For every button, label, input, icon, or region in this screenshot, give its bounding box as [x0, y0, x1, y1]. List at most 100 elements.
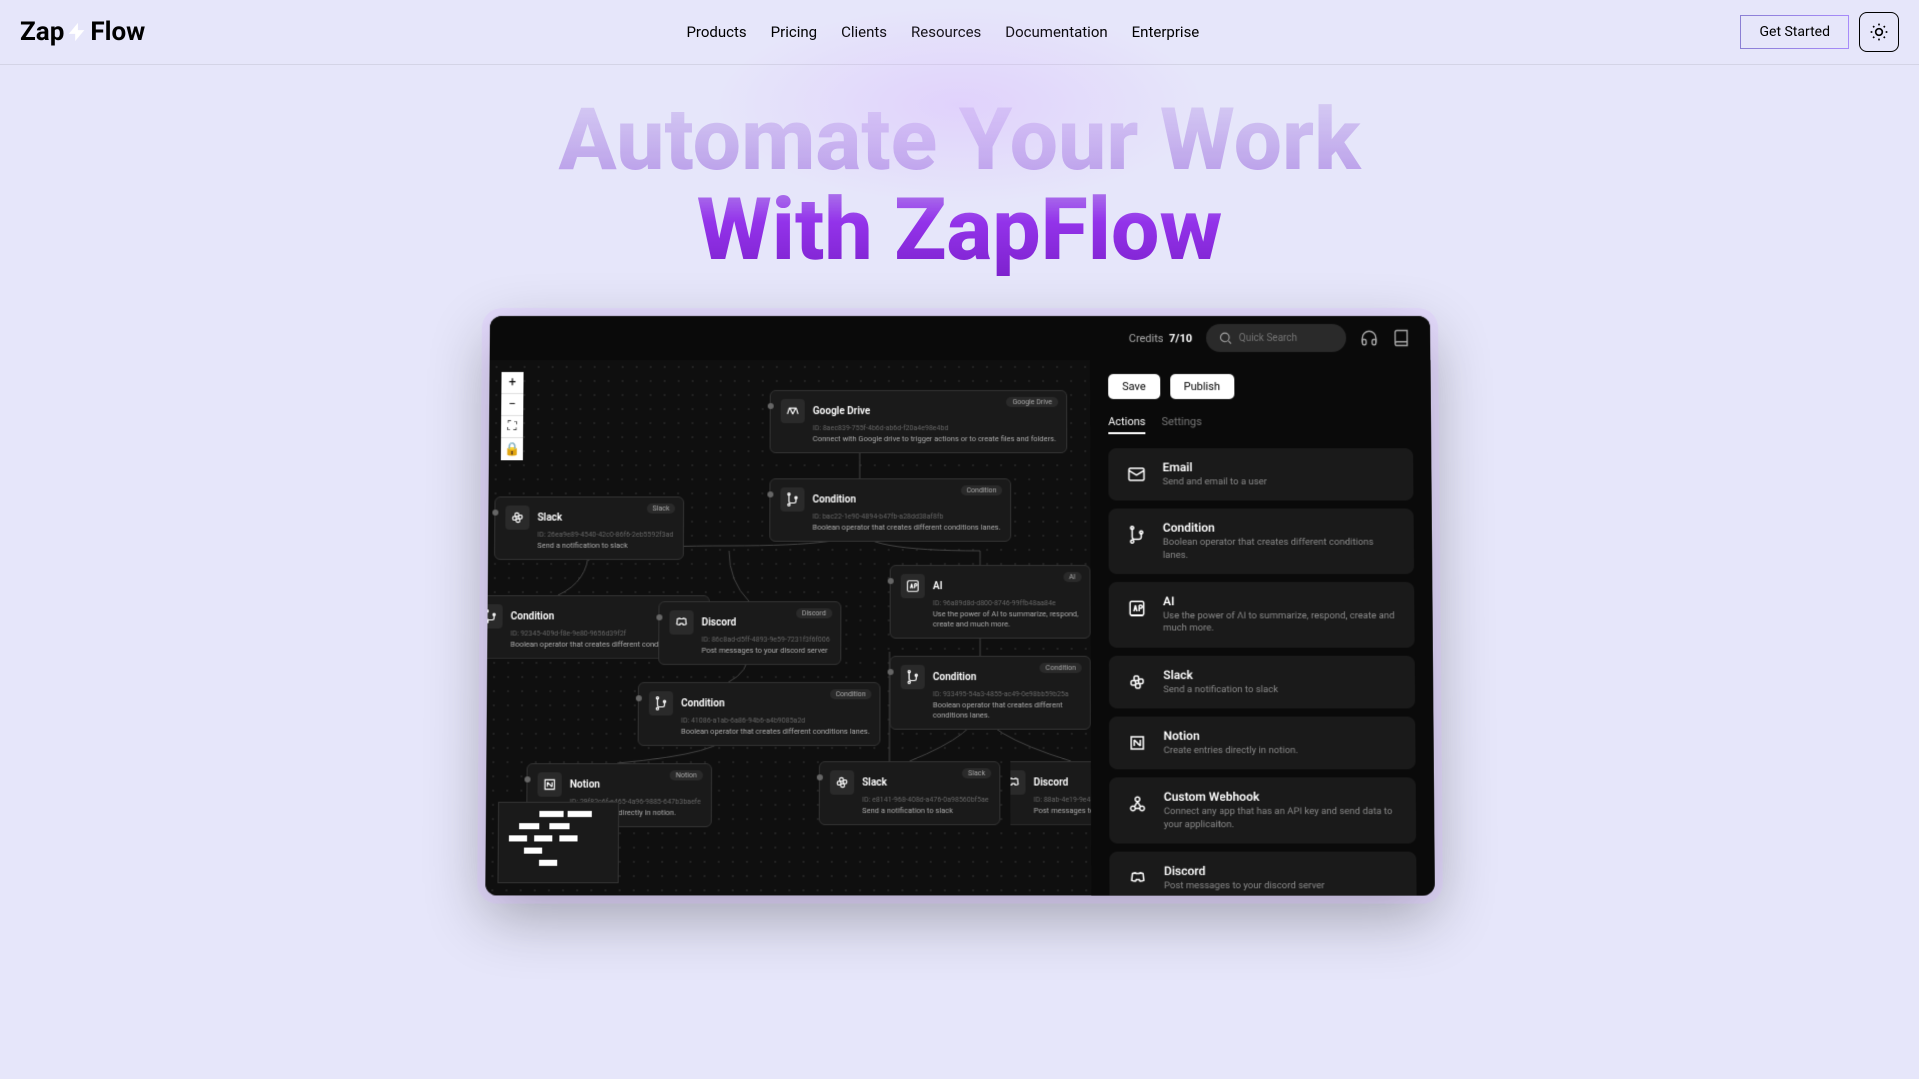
node-desc: Post messages to your discord server [701, 645, 829, 655]
action-title: Custom Webhook [1163, 790, 1401, 804]
node-title: Discord [701, 616, 735, 627]
node-title: Condition [932, 671, 975, 682]
search-icon [1218, 329, 1233, 347]
node-id: ID: 86c8ad-d5ff-4893-9e59-7231f3f6f006 [701, 635, 829, 643]
action-title: Email [1162, 460, 1266, 474]
node-desc: Connect with Google drive to trigger act… [812, 434, 1055, 444]
preview-header: Credits 7/10 [489, 316, 1430, 360]
action-condition[interactable]: Condition Boolean operator that creates … [1108, 508, 1414, 573]
headphones-icon[interactable] [1360, 329, 1378, 347]
tab-actions[interactable]: Actions [1108, 415, 1145, 434]
node-desc: Boolean operator that creates different … [680, 726, 869, 736]
action-discord[interactable]: Discord Post messages to your discord se… [1109, 851, 1416, 895]
action-slack[interactable]: Slack Send a notification to slack [1108, 655, 1414, 708]
credits-label: Credits [1128, 331, 1163, 344]
preview-wrapper: Credits 7/10 + − ⛶ 🔒 [0, 316, 1919, 890]
fit-button[interactable]: ⛶ [501, 416, 523, 438]
sun-icon [1869, 22, 1889, 42]
nav-products[interactable]: Products [686, 23, 746, 41]
action-desc: Post messages to your discord server [1163, 880, 1324, 893]
node-id: ID: 8aec839-755f-4b6d-ab6d-f20a4e98e4bd [812, 424, 1055, 432]
node-id: ID: 933495-54a3-4855-ac49-0e98bb59b25a [932, 690, 1079, 698]
action-title: Condition [1162, 521, 1399, 535]
tab-settings[interactable]: Settings [1161, 415, 1201, 434]
nav-documentation[interactable]: Documentation [1005, 23, 1107, 41]
node-badge: Condition [1039, 662, 1081, 672]
preview-body: + − ⛶ 🔒 [485, 360, 1435, 895]
action-desc: Connect any app that has an API key and … [1163, 806, 1401, 831]
action-desc: Create entries directly in notion. [1163, 745, 1298, 758]
minimap[interactable] [497, 801, 619, 882]
node-id: ID: 96a89d8d-d800-8746-99ffb48aa84e [932, 599, 1079, 607]
theme-toggle-button[interactable] [1859, 12, 1899, 52]
node-badge: AI [1062, 572, 1081, 582]
node-id: ID: 41086-a1ab-6a86-94b6-a4b9085a2d [681, 716, 870, 724]
credits-value: 7/10 [1169, 331, 1192, 344]
nav-resources[interactable]: Resources [911, 23, 981, 41]
lock-button[interactable]: 🔒 [500, 438, 522, 460]
search-input[interactable] [1238, 332, 1333, 343]
nav-pricing[interactable]: Pricing [771, 23, 817, 41]
action-custom-webhook[interactable]: Custom Webhook Connect any app that has … [1109, 777, 1416, 843]
action-title: Slack [1163, 667, 1278, 681]
workflow-node-condition[interactable]: Condition Condition ID: 933495-54a3-4855… [889, 655, 1090, 728]
hero-title: Automate Your Work With ZapFlow [20, 95, 1899, 276]
action-desc: Use the power of AI to summarize, respon… [1163, 610, 1400, 635]
action-desc: Send and email to a user [1162, 476, 1266, 488]
workflow-node-condition[interactable]: Condition Condition ID: bac22-1e90-4894-… [769, 478, 1011, 541]
node-id: ID: 88ab-4e19-9e46-4e68e-916f875 [1033, 795, 1091, 803]
workflow-node-google-drive[interactable]: Google Drive Google Drive ID: 8aec839-75… [769, 390, 1067, 453]
action-title: Discord [1163, 864, 1324, 878]
nav-right: Get Started [1740, 12, 1899, 52]
discord-icon [1123, 864, 1151, 893]
action-title: AI [1162, 594, 1399, 608]
action-desc: Send a notification to slack [1163, 683, 1278, 695]
credits-display: Credits 7/10 [1128, 331, 1191, 344]
notion-icon [1123, 728, 1151, 756]
nav-clients[interactable]: Clients [841, 23, 887, 41]
node-badge: Discord [795, 608, 831, 618]
get-started-button[interactable]: Get Started [1740, 15, 1849, 49]
book-icon[interactable] [1392, 329, 1410, 347]
nav-enterprise[interactable]: Enterprise [1132, 23, 1200, 41]
node-id: ID: e8141-968-408d-a476-0a98560bf5ae [862, 795, 989, 803]
zoom-out-button[interactable]: − [501, 394, 523, 416]
workflow-node-condition[interactable]: Condition Condition ID: 41086-a1ab-6a86-… [637, 682, 880, 746]
action-email[interactable]: Email Send and email to a user [1108, 448, 1413, 501]
workflow-node-discord[interactable]: Discord Discord ID: 86c8ad-d5ff-4893-9e5… [658, 601, 841, 664]
node-badge: Condition [829, 689, 871, 699]
workflow-canvas[interactable]: + − ⛶ 🔒 [485, 360, 1091, 895]
workflow-node-ai[interactable]: AI AI ID: 96a89d8d-d800-8746-99ffb48aa84… [889, 565, 1090, 638]
publish-button[interactable]: Publish [1169, 374, 1233, 399]
hero-line1: Automate Your Work [558, 89, 1360, 190]
logo[interactable]: Zap Flow [20, 17, 145, 47]
slack-icon [829, 770, 853, 794]
save-button[interactable]: Save [1108, 374, 1160, 399]
webhook-icon [1123, 790, 1151, 818]
workflow-node-slack[interactable]: Slack Slack ID: e8141-968-408d-a476-0a98… [818, 761, 1000, 825]
node-desc: Boolean operator that creates different … [812, 522, 1000, 532]
node-desc: Post messages to your discord server [1033, 805, 1091, 815]
branch-icon [780, 487, 804, 511]
logo-text-2: Flow [90, 17, 145, 47]
node-title: Discord [1033, 776, 1068, 787]
notion-icon [537, 772, 561, 796]
workflow-node-slack[interactable]: Slack Slack ID: 26ea9e89-4540-42c0-86f6-… [494, 496, 685, 559]
node-badge: Condition [960, 485, 1002, 495]
workflow-node-discord[interactable]: Discord Discord ID: 88ab-4e19-9e46-4e68e… [990, 761, 1091, 825]
ai-icon [900, 574, 924, 598]
action-title: Notion [1163, 728, 1298, 742]
action-notion[interactable]: Notion Create entries directly in notion… [1109, 716, 1416, 769]
zoom-in-button[interactable]: + [501, 372, 523, 394]
discord-icon [669, 610, 693, 634]
hero-section: Automate Your Work With ZapFlow [0, 65, 1919, 316]
action-ai[interactable]: AI Use the power of AI to summarize, res… [1108, 582, 1414, 647]
main-nav: Zap Flow Products Pricing Clients Resour… [0, 0, 1919, 65]
branch-icon [1122, 521, 1150, 549]
search-box[interactable] [1206, 324, 1346, 352]
branch-icon [485, 604, 502, 628]
node-badge: Slack [646, 503, 675, 513]
node-badge: Slack [962, 768, 991, 778]
action-desc: Boolean operator that creates different … [1162, 537, 1399, 562]
actions-sidebar: Save Publish Actions Settings Email Send… [1090, 360, 1435, 895]
